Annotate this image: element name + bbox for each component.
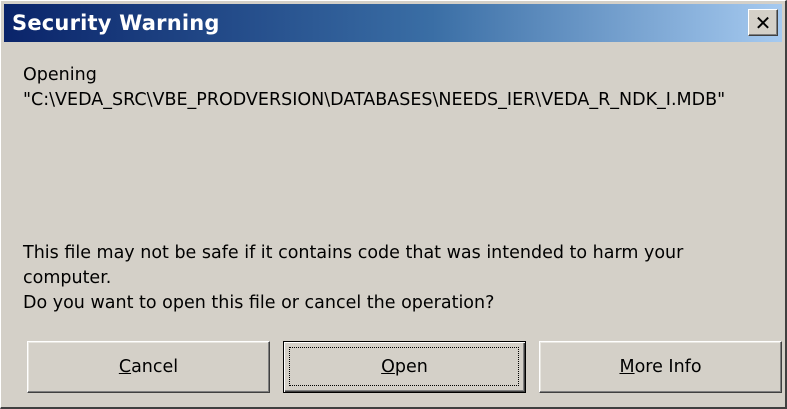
open-button[interactable]: Open [283, 341, 526, 393]
more-info-label-rest: ore Info [634, 357, 702, 377]
close-button[interactable]: ✕ [748, 9, 778, 36]
title-bar[interactable]: Security Warning ✕ [4, 4, 782, 42]
security-warning-dialog: Security Warning ✕ Opening "C:\VEDA_SRC\… [0, 0, 787, 409]
cancel-mnemonic: C [118, 357, 132, 377]
cancel-label-rest: ancel [131, 357, 179, 377]
opening-label: Opening [23, 65, 97, 85]
focus-rectangle [289, 347, 519, 386]
question-text: Do you want to open this file or cancel … [23, 293, 495, 313]
more-info-mnemonic: M [619, 357, 635, 377]
more-info-button[interactable]: More Info [539, 341, 782, 393]
cancel-button[interactable]: Cancel [27, 341, 270, 393]
close-icon: ✕ [754, 10, 772, 35]
dialog-title: Security Warning [12, 11, 220, 35]
warning-text: This file may not be safe if it contains… [23, 243, 684, 288]
file-path: "C:\VEDA_SRC\VBE_PRODVERSION\DATABASES\N… [23, 90, 726, 110]
